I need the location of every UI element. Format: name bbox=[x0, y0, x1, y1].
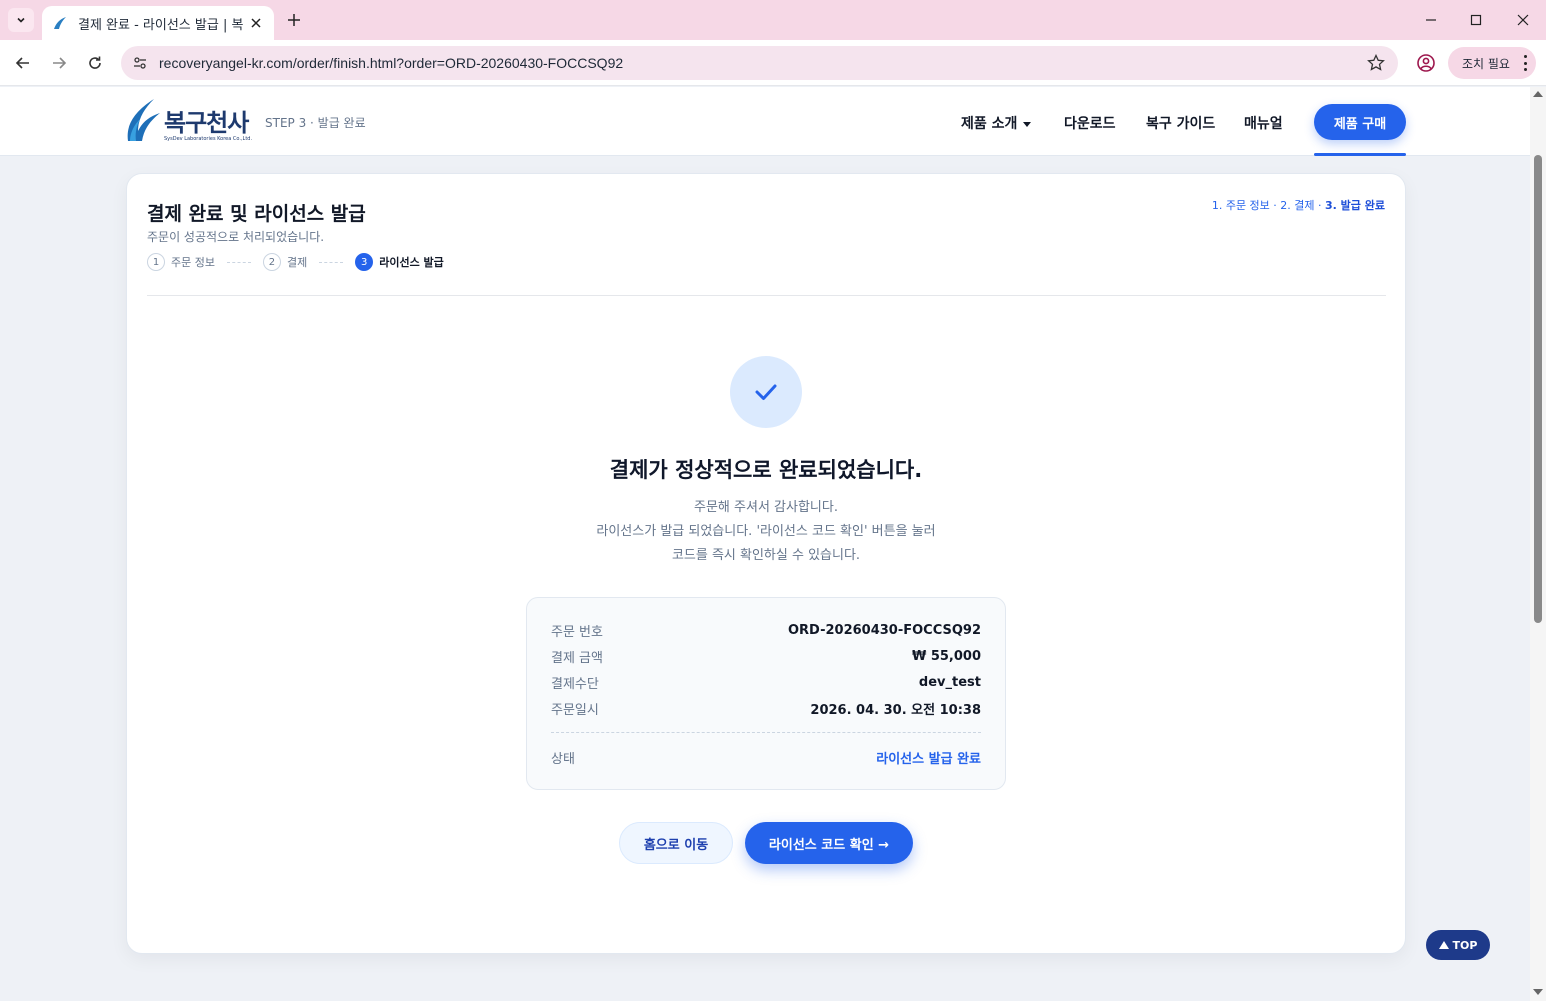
window-close-button[interactable] bbox=[1508, 8, 1538, 32]
caret-down-icon bbox=[1023, 121, 1032, 127]
nav-products-label: 제품 소개 bbox=[961, 116, 1018, 132]
success-message-line: 라이선스가 발급 되었습니다. '라이선스 코드 확인' 버튼을 눌러 bbox=[596, 524, 936, 539]
site-header: 복구천사 SysDev Laboratories Korea Co.,Ltd. … bbox=[0, 87, 1530, 156]
summary-row-date: 주문일시 2026. 04. 30. 오전 10:38 bbox=[551, 698, 981, 718]
reload-button[interactable] bbox=[82, 50, 108, 76]
browser-toolbar: recoveryangel-kr.com/order/finish.html?o… bbox=[0, 40, 1546, 86]
maximize-button[interactable] bbox=[1461, 8, 1491, 32]
url-text: recoveryangel-kr.com/order/finish.html?o… bbox=[159, 55, 624, 71]
site-info-button[interactable] bbox=[125, 48, 155, 78]
action-required-label: 조치 필요 bbox=[1462, 56, 1510, 71]
step-number-3: 3 bbox=[355, 253, 374, 271]
step-label: STEP 3 · 발급 완료 bbox=[265, 116, 366, 130]
browser-tab-active[interactable]: 결제 완료 - 라이선스 발급 | 복 bbox=[42, 6, 274, 40]
success-badge bbox=[730, 356, 802, 428]
card-divider bbox=[147, 295, 1386, 296]
step-label-license: 라이선스 발급 bbox=[379, 256, 444, 269]
address-bar[interactable]: recoveryangel-kr.com/order/finish.html?o… bbox=[121, 46, 1398, 80]
bookmark-star-icon[interactable] bbox=[1366, 53, 1386, 73]
amount-label: 결제 금액 bbox=[551, 650, 603, 666]
order-date-label: 주문일시 bbox=[551, 702, 599, 718]
minimize-icon bbox=[1426, 19, 1436, 21]
account-circle-icon bbox=[1417, 54, 1435, 72]
success-heading: 결제가 정상적으로 완료되었습니다. bbox=[609, 458, 923, 482]
step-separator bbox=[226, 261, 251, 263]
order-number-label: 주문 번호 bbox=[551, 624, 603, 640]
scroll-top-label: TOP bbox=[1452, 938, 1478, 952]
status-value: 라이선스 발급 완료 bbox=[876, 751, 981, 767]
profile-button[interactable] bbox=[1413, 50, 1439, 76]
tab-title: 결제 완료 - 라이선스 발급 | 복 bbox=[78, 17, 244, 33]
more-vertical-icon bbox=[1522, 55, 1528, 71]
nav-download[interactable]: 다운로드 bbox=[1064, 113, 1116, 133]
maximize-icon bbox=[1470, 14, 1482, 26]
scroll-down-icon[interactable] bbox=[1533, 989, 1543, 995]
view-license-code-button[interactable]: 라이선스 코드 확인 → bbox=[745, 822, 913, 864]
step-indicator: 1 주문 정보 2 결제 3 라이선스 발급 bbox=[147, 252, 444, 272]
tab-search-button[interactable] bbox=[8, 8, 34, 32]
summary-row-method: 결제수단 dev_test bbox=[551, 672, 981, 692]
forward-button[interactable] bbox=[46, 50, 72, 76]
nav-recovery-guide[interactable]: 복구 가이드 bbox=[1146, 113, 1215, 133]
scroll-up-icon[interactable] bbox=[1533, 91, 1543, 97]
reload-icon bbox=[89, 56, 101, 69]
success-message: 주문해 주셔서 감사합니다. 라이선스가 발급 되었습니다. '라이선스 코드 … bbox=[127, 496, 1405, 568]
site-favicon-icon bbox=[54, 17, 66, 29]
browser-tab-bar: 결제 완료 - 라이선스 발급 | 복 bbox=[0, 0, 1546, 40]
scrollbar-thumb[interactable] bbox=[1534, 155, 1542, 623]
step-number-2: 2 bbox=[262, 253, 281, 271]
step-label-payment: 결제 bbox=[286, 256, 308, 269]
angel-wing-logo-icon bbox=[127, 99, 160, 141]
page-viewport: 복구천사 SysDev Laboratories Korea Co.,Ltd. … bbox=[0, 87, 1530, 1001]
chevron-down-icon bbox=[17, 17, 25, 23]
page-subtitle: 주문이 성공적으로 처리되었습니다. bbox=[147, 230, 325, 244]
payment-method-label: 결제수단 bbox=[551, 676, 599, 692]
order-finish-card: 결제 완료 및 라이선스 발급 주문이 성공적으로 처리되었습니다. 1. 주문… bbox=[126, 173, 1406, 954]
plus-icon bbox=[288, 14, 300, 26]
minimize-button[interactable] bbox=[1416, 8, 1446, 32]
new-tab-button[interactable] bbox=[282, 8, 306, 32]
arrow-left-icon bbox=[15, 57, 29, 69]
breadcrumb-current: 3. 발급 완료 bbox=[1325, 199, 1385, 212]
page-scrollbar[interactable] bbox=[1530, 87, 1546, 1001]
close-icon bbox=[1517, 14, 1529, 26]
order-summary-box: 주문 번호 ORD-20260430-FOCCSQ92 결제 금액 ₩ 55,0… bbox=[526, 597, 1006, 790]
buy-product-button[interactable]: 제품 구매 bbox=[1314, 104, 1406, 140]
go-home-button[interactable]: 홈으로 이동 bbox=[619, 822, 733, 864]
action-required-button[interactable]: 조치 필요 bbox=[1448, 47, 1536, 79]
nav-manual[interactable]: 매뉴얼 bbox=[1244, 113, 1283, 133]
arrow-right-icon bbox=[53, 57, 67, 69]
breadcrumb: 1. 주문 정보 · 2. 결제 · 3. 발급 완료 bbox=[1212, 197, 1385, 213]
summary-row-order-number: 주문 번호 ORD-20260430-FOCCSQ92 bbox=[551, 620, 981, 640]
close-icon[interactable] bbox=[248, 15, 264, 31]
page-title: 결제 완료 및 라이선스 발급 bbox=[147, 203, 366, 225]
back-button[interactable] bbox=[10, 50, 36, 76]
step-number-1: 1 bbox=[147, 253, 165, 271]
status-label: 상태 bbox=[551, 751, 575, 767]
scroll-top-button[interactable]: TOP bbox=[1426, 930, 1490, 960]
order-date-value: 2026. 04. 30. 오전 10:38 bbox=[810, 702, 981, 718]
tune-icon bbox=[134, 57, 146, 69]
summary-row-amount: 결제 금액 ₩ 55,000 bbox=[551, 646, 981, 666]
summary-divider bbox=[551, 732, 981, 733]
step-separator bbox=[319, 261, 344, 263]
logo-text: 복구천사 bbox=[164, 109, 249, 137]
breadcrumb-previous: 1. 주문 정보 · 2. 결제 · bbox=[1211, 199, 1326, 212]
site-logo[interactable]: 복구천사 SysDev Laboratories Korea Co.,Ltd. bbox=[124, 95, 253, 145]
summary-row-status: 상태 라이선스 발급 완료 bbox=[551, 747, 981, 767]
success-message-line: 주문해 주셔서 감사합니다. bbox=[694, 500, 838, 515]
step-label-order-info: 주문 정보 bbox=[171, 256, 215, 269]
checkmark-icon bbox=[755, 384, 777, 400]
nav-products[interactable]: 제품 소개 bbox=[961, 113, 1032, 133]
logo-subtext: SysDev Laboratories Korea Co.,Ltd. bbox=[164, 136, 253, 142]
active-nav-underline bbox=[1314, 153, 1406, 156]
payment-method-value: dev_test bbox=[918, 674, 981, 690]
arrow-up-icon bbox=[1438, 941, 1449, 949]
order-number-value: ORD-20260430-FOCCSQ92 bbox=[787, 622, 981, 638]
amount-value: ₩ 55,000 bbox=[911, 648, 981, 664]
success-message-line: 코드를 즉시 확인하실 수 있습니다. bbox=[671, 548, 861, 563]
